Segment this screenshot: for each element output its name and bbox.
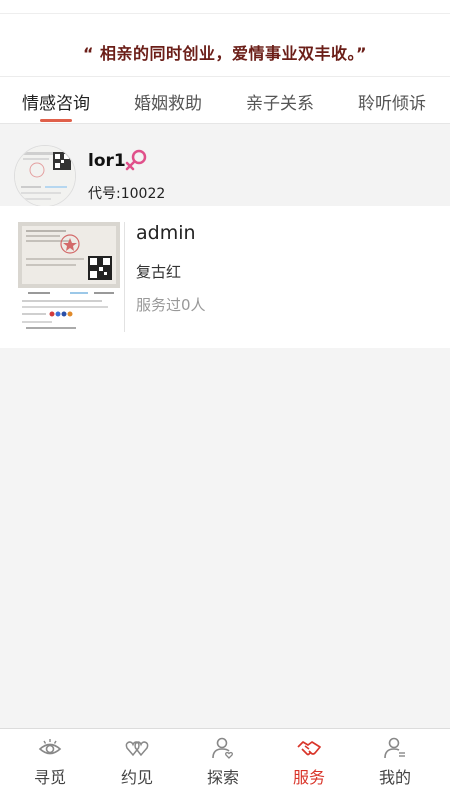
tab-label: 情感咨询: [22, 93, 90, 114]
slogan-banner: “ 相亲的同时创业，爱情事业双丰收。”: [0, 14, 450, 76]
nav-meet[interactable]: 约见: [92, 729, 182, 791]
user-heart-icon: [212, 737, 233, 759]
nav-label: 我的: [378, 768, 411, 787]
category-tabs: 情感咨询 婚姻救助 亲子关系 聆听倾诉: [0, 76, 450, 124]
nav-explore[interactable]: 探索: [178, 729, 268, 791]
nav-label: 寻觅: [33, 768, 66, 787]
bottom-navigation: 寻觅 约见 探索 服务 我的: [0, 728, 450, 790]
handshake-icon: [297, 741, 321, 756]
slogan-text: “ 相亲的同时创业，爱情事业双丰收。”: [82, 44, 368, 63]
tab-label: 聆听倾诉: [358, 93, 426, 114]
tab-marriage-rescue[interactable]: 婚姻救助: [112, 77, 224, 125]
nav-seek[interactable]: 寻觅: [5, 729, 95, 791]
profile-name: lor1: [88, 151, 126, 171]
nav-label: 约见: [120, 768, 153, 787]
tab-emotional-consulting[interactable]: 情感咨询: [0, 77, 112, 125]
hearts-icon: [125, 741, 149, 757]
tab-label: 婚姻救助: [134, 93, 202, 114]
tab-label: 亲子关系: [246, 93, 314, 114]
profile-code: 代号:10022: [88, 186, 166, 202]
nav-label: 探索: [206, 768, 239, 787]
nav-mine[interactable]: 我的: [350, 729, 440, 791]
eye-icon: [38, 739, 62, 755]
counselor-photo[interactable]: [18, 222, 120, 334]
counselor-name: admin: [136, 222, 196, 244]
user-profile-icon: [384, 737, 405, 759]
bottom-safe-area: [0, 790, 450, 800]
status-bar: [0, 0, 450, 14]
tab-parent-child[interactable]: 亲子关系: [224, 77, 336, 125]
counselor-tag: 复古红: [136, 263, 182, 281]
nav-label: 服务: [292, 768, 325, 787]
tab-listen-confide[interactable]: 聆听倾诉: [336, 77, 448, 125]
active-tab-indicator: [40, 119, 72, 122]
avatar[interactable]: [14, 145, 76, 207]
card-divider: [124, 222, 125, 332]
counselor-served-count: 服务过0人: [136, 296, 206, 314]
female-icon: [125, 149, 147, 171]
nav-service[interactable]: 服务: [264, 729, 354, 791]
